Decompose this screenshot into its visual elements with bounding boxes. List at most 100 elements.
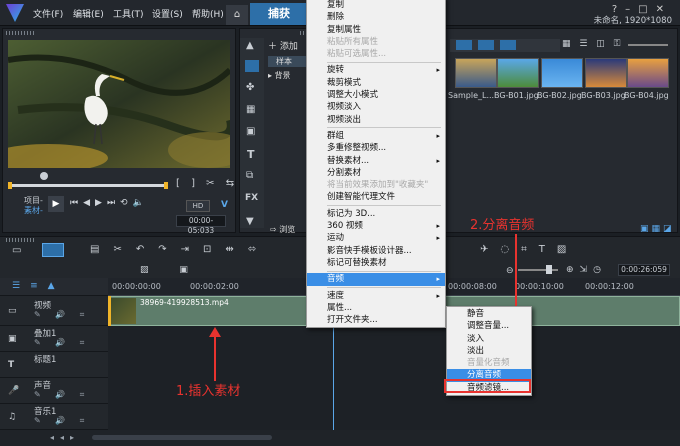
thumb-bg-b03[interactable] [585,58,627,88]
clip-thumbnail [110,298,136,324]
tab-capture[interactable]: 捕获 [250,3,308,25]
track-manager-icons[interactable]: ☰≡▲ [12,281,65,291]
music-track-icon: ♫ [8,412,17,422]
library-filter-buttons[interactable] [450,39,560,52]
menu-item[interactable]: 创建智能代理文件 [307,191,445,203]
track-label-title: 标题1 [34,355,57,365]
menu-separator [327,61,441,63]
menu-help[interactable]: 帮助(H) [192,7,224,20]
media-icon[interactable] [245,60,259,72]
submenu-arrow-icon: ▸ [436,131,440,140]
title-icon[interactable]: T [247,148,255,161]
menu-file[interactable]: 文件(F) [33,7,63,20]
overlay-track-controls-icon[interactable]: ✎ 🔊 ⌗ [34,338,90,348]
project-info: 未命名, 1920*1080 [593,16,672,26]
voice-track-controls-icon[interactable]: ✎ 🔊 ⌗ [34,390,90,400]
timeline-view-icon[interactable] [42,243,64,257]
thumb-label-b02: BG-B02.jpg [537,91,582,100]
browse-button[interactable]: ⇨ 浏览 [270,224,295,235]
menu-item[interactable]: 标记为 3D... [307,208,445,220]
menu-separator [327,270,441,272]
title-track-icon: T [8,360,15,370]
menu-item[interactable]: 速度 ▸ [307,290,445,302]
menu-item[interactable]: 旋转 ▸ [307,64,445,76]
menu-separator [327,287,441,289]
menu-item[interactable]: 删除 [307,11,445,23]
zoom-thumb[interactable] [546,265,552,274]
storyboard-view-icon[interactable]: ▭ [12,245,21,256]
timeline-scrollbar[interactable] [92,435,272,440]
thumb-bg-b04[interactable] [627,58,669,88]
mark-in-out-icons[interactable]: [ ] ✂ ⇆ [176,178,238,189]
graphics-icon[interactable]: ⧉ [246,170,253,181]
timeline-timecode[interactable]: 0:00:26:059 [618,264,670,276]
trim-out-handle[interactable] [164,182,168,189]
thumb-bg-b02[interactable] [541,58,583,88]
ruler-tick-2: 00:00:02:00 [190,282,239,291]
menu-item[interactable]: 多重修整视频... [307,142,445,154]
menu-item[interactable]: 运动 ▸ [307,232,445,244]
add-folder-button[interactable]: ＋ 添加 [268,39,298,52]
folder-sample[interactable]: 样本 [268,56,306,67]
transition-icon[interactable]: ✤ [246,82,254,93]
submenu-item: 音量化音频 [467,358,510,369]
menu-tools[interactable]: 工具(T) [113,7,144,20]
menu-item[interactable]: 属性... [307,302,445,314]
effects-icon[interactable]: ▦ [246,104,255,115]
menu-item[interactable]: 音频 ▸ [307,273,445,286]
filter-video-icon[interactable] [456,40,472,50]
menu-item[interactable]: 标记可替换素材 [307,257,445,269]
menu-item[interactable]: 群组 ▸ [307,130,445,142]
hd-toggle[interactable]: HD [186,200,210,212]
menu-separator [327,205,441,207]
play-button-icon[interactable]: ▶ [48,196,64,212]
library-bottom-icons[interactable]: ▣▦◪ [640,224,675,234]
menu-edit[interactable]: 编辑(E) [73,7,104,20]
player-timecode[interactable]: 00:00-05:033 [176,215,226,235]
arrow-up-icon[interactable]: ▲ [246,40,254,51]
menu-item[interactable]: 影音快手模板设计器... [307,245,445,257]
submenu-item[interactable]: 淡出 [447,345,531,357]
menu-item[interactable]: 360 视频 ▸ [307,220,445,232]
zoom-fit-icons[interactable]: ⊕⇲◷ [566,265,607,275]
video-track-controls-icon[interactable]: ✎ 🔊 ⌗ [34,310,90,320]
menu-item[interactable]: 调整大小模式 [307,89,445,101]
menu-item[interactable]: 分割素材 [307,167,445,179]
view-mode-icons[interactable]: ▦ ☰ ◫ ⚿ [562,39,624,49]
music-track-controls-icon[interactable]: ✎ 🔊 ⌗ [34,416,90,426]
clip-mode-label[interactable]: 素材- [24,205,43,216]
menu-item[interactable]: 视频淡出 [307,114,445,126]
timeline-tools-icons[interactable]: ▤✂↶↷⇥⊡⇹⬄ [90,244,270,255]
timeline-tools-right-icons[interactable]: ✈◌⌗T▨ [480,244,578,255]
overlay-icon[interactable]: ▣ [246,126,255,137]
menu-item[interactable]: 打开文件夹... [307,314,445,326]
menu-item[interactable]: 视频淡入 [307,101,445,113]
menu-item[interactable]: 复制属性 [307,24,445,36]
submenu-item[interactable]: 调整音量... [447,320,531,332]
fx-icon[interactable]: FX [245,193,258,203]
menu-item[interactable]: 裁剪模式 [307,77,445,89]
zoom-slider[interactable] [518,269,558,271]
submenu-arrow-icon: ▸ [436,275,440,284]
trim-in-handle[interactable] [8,182,12,189]
menu-item[interactable]: 复制 [307,0,445,11]
playhead-marker-icon[interactable] [40,172,48,180]
smart-tools-icons[interactable]: ▨ ▣ [140,265,202,275]
clip-trim-handle[interactable] [108,296,111,326]
thumb-size-slider[interactable] [628,44,668,46]
scroll-buttons-icon[interactable]: ◂◂▸ [50,433,80,442]
transport-controls-icon[interactable]: ⏮◀▶⏭⟲🔈 [70,198,149,208]
home-tab-icon[interactable]: ⌂ [226,5,248,25]
folder-background[interactable]: ▸ 背景 [268,70,291,81]
menu-settings[interactable]: 设置(S) [152,7,183,20]
filter-audio-icon[interactable] [500,40,516,50]
filter-photo-icon[interactable] [478,40,494,50]
menu-item[interactable]: 替换素材... ▸ [307,155,445,167]
thumb-bg-b01[interactable] [497,58,539,88]
scrubber-bar[interactable] [8,184,168,187]
thumb-sample[interactable] [455,58,497,88]
submenu-item[interactable]: 淡入 [447,333,531,345]
submenu-item[interactable]: 静音 [447,308,531,320]
v-label[interactable]: V [221,200,228,210]
arrow-down-icon[interactable]: ▼ [246,216,254,227]
